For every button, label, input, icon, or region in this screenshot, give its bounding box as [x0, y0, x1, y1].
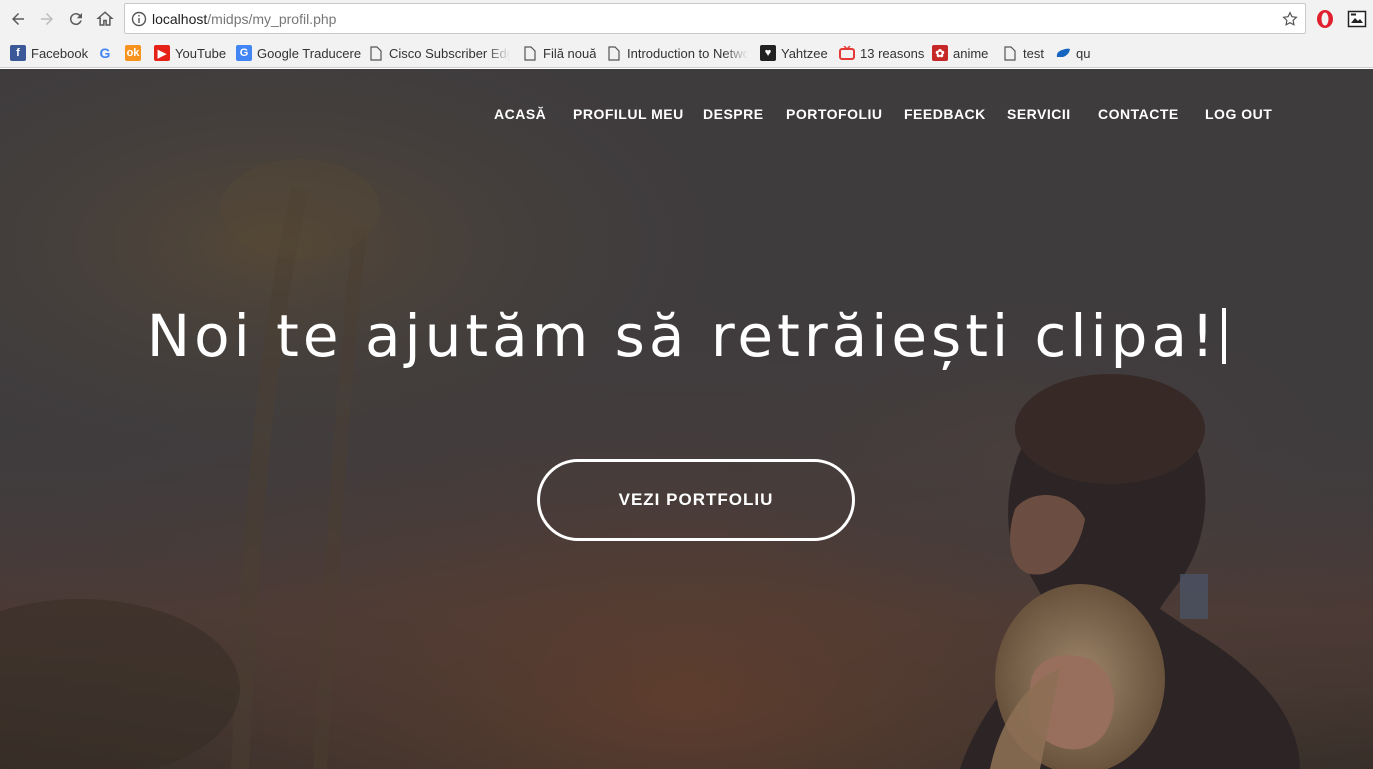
bookmark-cisco[interactable]: Cisco Subscriber Edge: [368, 44, 510, 62]
bookmark-label: Filă nouă: [543, 45, 597, 61]
bookmark-label: 13 reasons: [860, 45, 925, 61]
browser-toolbar: localhost/midps/my_profil.php: [0, 0, 1373, 38]
back-button[interactable]: [7, 8, 29, 30]
reload-icon: [69, 13, 82, 26]
typing-cursor: [1222, 308, 1227, 364]
nav-despre[interactable]: DESPRE: [703, 106, 764, 122]
tv-icon: [839, 45, 855, 61]
info-icon: [131, 11, 147, 27]
bookmark-label: test: [1023, 45, 1044, 61]
nav-contacte[interactable]: CONTACTE: [1098, 106, 1179, 122]
home-button[interactable]: [94, 8, 116, 30]
google-icon: G: [99, 45, 111, 61]
url-host: localhost: [152, 11, 208, 27]
bookmark-star-icon[interactable]: [1281, 10, 1299, 28]
google-translate-icon: G: [236, 45, 252, 61]
nav-feedback[interactable]: FEEDBACK: [904, 106, 986, 122]
page-icon: [606, 45, 622, 61]
url-path: /midps/my_profil.php: [207, 11, 337, 27]
bookmark-test[interactable]: test: [1002, 44, 1044, 62]
bookmark-label: qu: [1076, 45, 1091, 61]
bookmark-anime[interactable]: ✿ anime: [932, 44, 988, 62]
nav-log-out[interactable]: LOG OUT: [1205, 106, 1272, 122]
nav-portofoliu[interactable]: PORTOFOLIU: [786, 106, 883, 122]
bookmark-yahtzee[interactable]: ♥ Yahtzee: [760, 44, 828, 62]
extension-icon[interactable]: [1347, 9, 1367, 29]
anime-icon: ✿: [932, 45, 948, 61]
address-bar[interactable]: localhost/midps/my_profil.php: [124, 3, 1306, 34]
bookmark-label: YouTube: [175, 45, 227, 61]
bookmark-odnoklassniki[interactable]: ok: [125, 44, 146, 62]
bookmark-google-translate[interactable]: G Google Traducere: [236, 44, 361, 62]
hero-dark-overlay: [0, 69, 1373, 769]
arrow-right-icon: [41, 13, 53, 25]
home-icon: [96, 11, 114, 26]
bookmark-label: Google Traducere: [257, 45, 362, 61]
odnoklassniki-icon: ok: [125, 45, 141, 61]
view-portfolio-button[interactable]: VEZI PORTFOLIU: [537, 459, 855, 541]
bookmark-qu[interactable]: qu: [1055, 44, 1090, 62]
url-text: localhost/midps/my_profil.php: [152, 11, 336, 27]
page-icon: [1002, 45, 1018, 61]
forward-button[interactable]: [36, 8, 58, 30]
bookmark-google[interactable]: G: [97, 44, 118, 62]
bookmark-fila-noua[interactable]: Filă nouă: [522, 44, 596, 62]
bookmark-label: Introduction to Netwo: [627, 45, 748, 61]
bookmark-youtube[interactable]: ▶ YouTube: [154, 44, 226, 62]
page-icon: [522, 45, 538, 61]
hero-headline: Noi te ajutăm să retrăiești clipa!: [0, 302, 1373, 370]
facebook-icon: f: [10, 45, 26, 61]
site-navigation: ACASĂ PROFILUL MEU DESPRE PORTOFOLIU FEE…: [0, 106, 1373, 126]
reload-button[interactable]: [65, 8, 87, 30]
bookmark-label: Yahtzee: [781, 45, 828, 61]
page-icon: [368, 45, 384, 61]
nav-servicii[interactable]: SERVICII: [1007, 106, 1071, 122]
arrow-left-icon: [12, 13, 24, 25]
headline-text: Noi te ajutăm să retrăiești clipa!: [146, 302, 1219, 370]
nav-profilul-meu[interactable]: PROFILUL MEU: [573, 106, 684, 122]
bookmark-label: Cisco Subscriber Edge: [389, 45, 510, 61]
bookmark-facebook[interactable]: f Facebook: [10, 44, 88, 62]
bookmark-introduction[interactable]: Introduction to Netwo: [606, 44, 748, 62]
bookmarks-bar: f Facebook G ok ▶ YouTube G Google Tradu…: [0, 38, 1373, 68]
opera-icon[interactable]: [1315, 9, 1335, 29]
bookmark-13-reasons[interactable]: 13 reasons: [839, 44, 924, 62]
nav-acasa[interactable]: ACASĂ: [494, 106, 546, 122]
hero-section: ACASĂ PROFILUL MEU DESPRE PORTOFOLIU FEE…: [0, 69, 1373, 769]
youtube-icon: ▶: [154, 45, 170, 61]
bookmark-label: anime: [953, 45, 989, 61]
bookmark-label: Facebook: [31, 45, 89, 61]
cloud-icon: [1055, 45, 1071, 61]
yahtzee-icon: ♥: [760, 45, 776, 61]
